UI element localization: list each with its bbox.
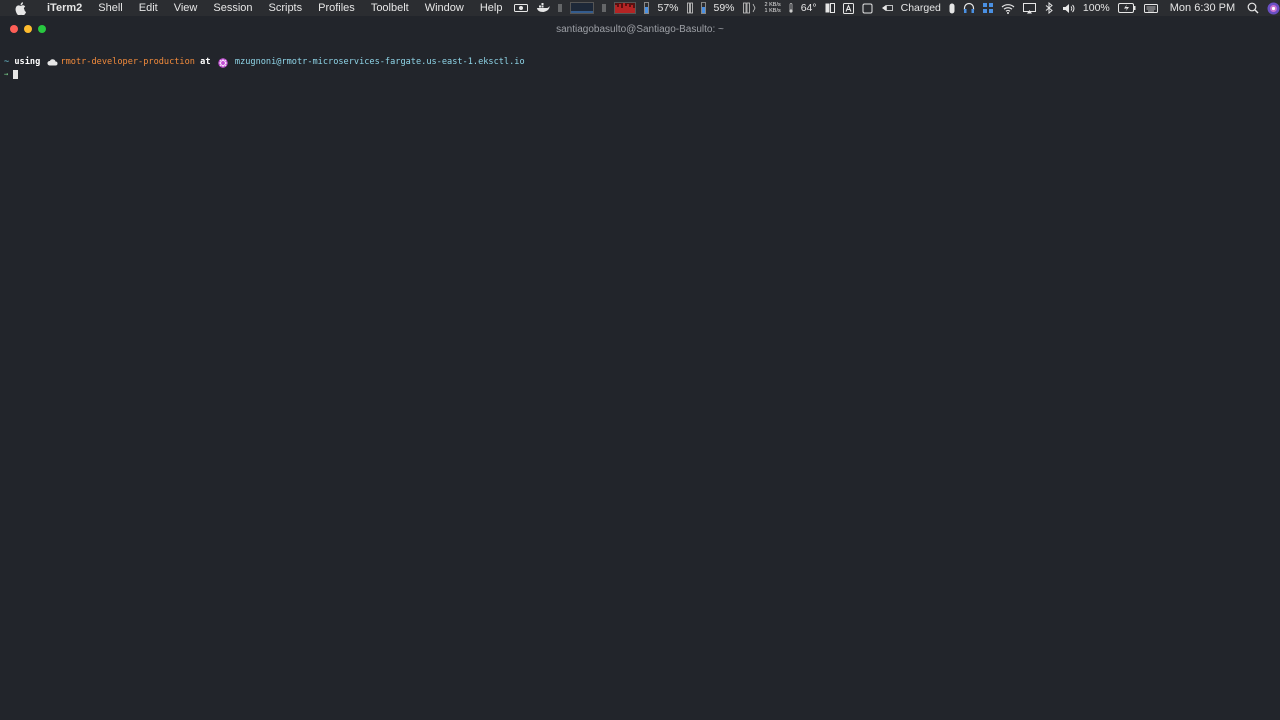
- cloud-icon: [47, 59, 58, 66]
- prompt-at-word: at: [200, 57, 211, 67]
- headphones-icon[interactable]: [959, 0, 979, 16]
- window-title: santiagobasulto@Santiago-Basulto: ~: [556, 24, 724, 35]
- menu-scripts[interactable]: Scripts: [261, 0, 311, 16]
- window-title-bar[interactable]: santiagobasulto@Santiago-Basulto: ~: [0, 16, 1280, 44]
- book-icon[interactable]: [821, 0, 839, 16]
- prompt-line: ~ using rmotr-developer-production at mz…: [4, 57, 525, 68]
- airplay-icon[interactable]: [1019, 0, 1040, 16]
- grid-app-icon[interactable]: [979, 0, 997, 16]
- keyboard-icon[interactable]: [1140, 0, 1162, 16]
- menu-view[interactable]: View: [166, 0, 206, 16]
- volume-icon[interactable]: [1058, 0, 1079, 16]
- battery-percent[interactable]: 100%: [1079, 0, 1114, 16]
- minimize-window-button[interactable]: [24, 25, 32, 33]
- spotlight-search-icon[interactable]: [1243, 0, 1263, 16]
- text-cursor: [13, 69, 19, 79]
- menu-shell[interactable]: Shell: [90, 0, 130, 16]
- memory-bar-icon: [697, 0, 710, 16]
- close-window-button[interactable]: [10, 25, 18, 33]
- clock[interactable]: Mon 6:30 PM: [1162, 2, 1243, 14]
- maximize-window-button[interactable]: [38, 25, 46, 33]
- menu-profiles[interactable]: Profiles: [310, 0, 363, 16]
- cpu-graph-icon[interactable]: [610, 0, 640, 16]
- battery-icon[interactable]: [1114, 0, 1140, 16]
- apple-icon[interactable]: [14, 1, 26, 15]
- status-area: 57% 59% 2 KB/s 1 KB/s 64° Charged 100% M…: [510, 0, 1280, 16]
- network-speed[interactable]: 2 KB/s 1 KB/s: [761, 0, 785, 16]
- docker-icon[interactable]: [532, 0, 554, 16]
- menu-window[interactable]: Window: [417, 0, 472, 16]
- network-download: 1 KB/s: [764, 8, 781, 14]
- prompt-arrow: →: [4, 70, 9, 78]
- menu-toolbelt[interactable]: Toolbelt: [363, 0, 417, 16]
- kubernetes-icon: [218, 57, 228, 68]
- menu-bar-left: iTerm2 Shell Edit View Session Scripts P…: [14, 0, 510, 16]
- temperature[interactable]: 64°: [797, 0, 821, 16]
- cpu-percent[interactable]: 57%: [653, 0, 682, 16]
- menu-bar: iTerm2 Shell Edit View Session Scripts P…: [0, 0, 1280, 16]
- network-graph-icon[interactable]: [566, 0, 598, 16]
- screen-record-icon[interactable]: [510, 0, 532, 16]
- battery-status-icon[interactable]: [877, 0, 897, 16]
- menu-session[interactable]: Session: [205, 0, 260, 16]
- window-controls: [10, 25, 46, 33]
- memory-chip-icon: [683, 0, 697, 16]
- aws-context-name: rmotr-developer-production: [60, 57, 195, 67]
- thermometer-icon: [785, 0, 797, 16]
- lock-toggle-icon[interactable]: [945, 0, 959, 16]
- window-icon[interactable]: [858, 0, 877, 16]
- power-status[interactable]: Charged: [897, 0, 945, 16]
- prompt-using-word: using: [14, 57, 41, 67]
- text-editor-icon[interactable]: [839, 0, 858, 16]
- cpu-bar-icon: [640, 0, 653, 16]
- separator-icon: [554, 0, 566, 16]
- menu-help[interactable]: Help: [472, 0, 511, 16]
- separator-icon: [598, 0, 610, 16]
- siri-icon[interactable]: [1263, 0, 1280, 16]
- disk-icon: [739, 0, 761, 16]
- bluetooth-icon[interactable]: [1040, 0, 1058, 16]
- kubernetes-cluster-name: mzugnoni@rmotr-microservices-fargate.us-…: [234, 57, 525, 67]
- menu-iterm2[interactable]: iTerm2: [39, 0, 90, 16]
- memory-percent[interactable]: 59%: [710, 0, 739, 16]
- input-line[interactable]: →: [4, 69, 19, 79]
- menu-edit[interactable]: Edit: [131, 0, 166, 16]
- wifi-icon[interactable]: [997, 0, 1019, 16]
- terminal-area[interactable]: ~ using rmotr-developer-production at mz…: [0, 44, 1280, 720]
